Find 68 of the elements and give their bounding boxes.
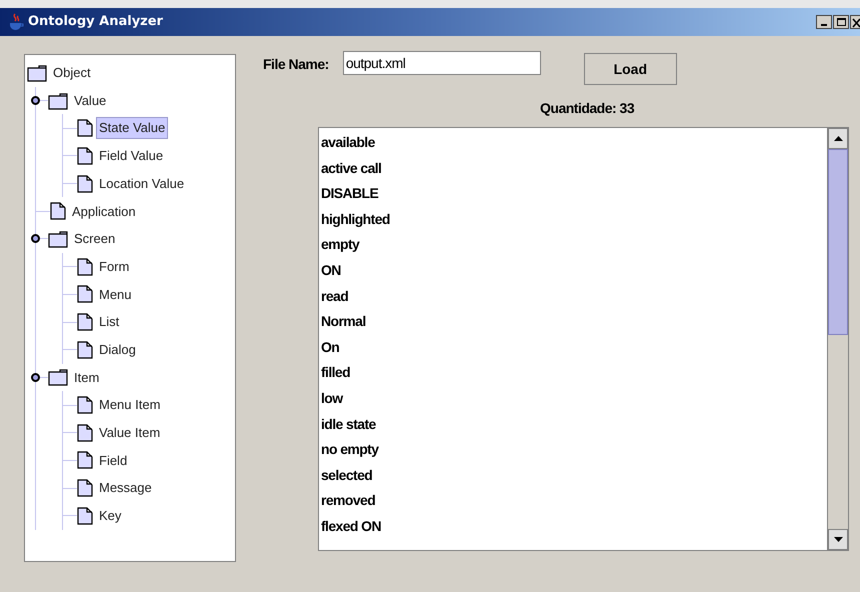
expand-handle[interactable]: [31, 372, 40, 382]
java-cup-icon: [8, 13, 24, 31]
tree-node[interactable]: State Value: [96, 117, 168, 139]
value-entry[interactable]: no empty: [321, 439, 827, 465]
file-name-field[interactable]: output.xml: [342, 51, 541, 75]
tree-node[interactable]: Item: [71, 366, 102, 388]
minimize-button[interactable]: [816, 15, 832, 29]
maximize-button[interactable]: [833, 15, 849, 29]
count-label: Quantidade: 33: [540, 100, 634, 116]
document-icon: [77, 285, 93, 304]
tree-node[interactable]: List: [96, 311, 122, 333]
document-icon: [77, 479, 93, 498]
tree-node[interactable]: Field Value: [96, 145, 166, 167]
tree-node[interactable]: Dialog: [96, 338, 139, 360]
scroll-down-button[interactable]: [828, 529, 848, 550]
tree-node[interactable]: Location Value: [96, 172, 188, 194]
value-entry[interactable]: idle state: [321, 414, 827, 440]
folder-icon: [48, 368, 68, 386]
document-icon: [50, 202, 66, 220]
value-entry[interactable]: read: [321, 286, 827, 312]
value-entry[interactable]: Normal: [321, 311, 827, 337]
load-button[interactable]: Load: [584, 53, 677, 85]
tree-node[interactable]: Message: [96, 477, 155, 499]
scrollbar[interactable]: [827, 128, 848, 550]
tree-node[interactable]: Menu Item: [96, 394, 164, 416]
tree-node[interactable]: Field: [96, 450, 130, 472]
tree-node[interactable]: Screen: [71, 228, 118, 250]
document-icon: [77, 451, 93, 470]
document-icon: [77, 424, 93, 442]
window-title: Ontology Analyzer: [28, 13, 163, 32]
down-arrow-icon: [834, 537, 842, 542]
document-icon: [77, 146, 93, 165]
up-arrow-icon: [834, 136, 842, 141]
folder-icon: [27, 64, 47, 82]
tree-node[interactable]: Application: [69, 200, 139, 222]
tree-node[interactable]: Value: [71, 90, 110, 112]
tree-node[interactable]: Object: [50, 62, 94, 84]
value-entry[interactable]: flexed ON: [321, 516, 827, 542]
file-name-label: File Name:: [263, 55, 329, 74]
value-entry[interactable]: available: [321, 132, 827, 158]
close-button[interactable]: [850, 15, 860, 29]
document-icon: [77, 119, 93, 138]
value-entry[interactable]: removed: [321, 490, 827, 516]
value-entry[interactable]: On: [321, 336, 827, 362]
expand-handle[interactable]: [31, 234, 40, 244]
tree-node[interactable]: Key: [96, 505, 124, 527]
document-icon: [77, 258, 93, 276]
folder-icon: [48, 92, 68, 110]
expand-handle[interactable]: [31, 96, 40, 106]
document-icon: [77, 340, 93, 359]
scroll-thumb[interactable]: [828, 149, 848, 335]
tree-node[interactable]: Form: [96, 256, 132, 278]
scroll-up-button[interactable]: [828, 128, 848, 149]
value-entry[interactable]: ON: [321, 260, 827, 286]
value-entry[interactable]: DISABLE: [321, 183, 827, 209]
tree-node[interactable]: Value Item: [96, 422, 164, 444]
value-entry[interactable]: low: [321, 388, 827, 414]
value-entry[interactable]: highlighted: [321, 208, 827, 234]
folder-icon: [48, 230, 68, 248]
document-icon: [77, 313, 93, 332]
tree-node[interactable]: Menu: [96, 284, 135, 306]
value-entry[interactable]: empty: [321, 234, 827, 260]
document-icon: [77, 396, 93, 414]
document-icon: [77, 506, 93, 525]
value-entry[interactable]: selected: [321, 464, 827, 490]
value-entry[interactable]: active call: [321, 158, 827, 184]
value-entry[interactable]: filled: [321, 362, 827, 388]
document-icon: [77, 174, 93, 193]
